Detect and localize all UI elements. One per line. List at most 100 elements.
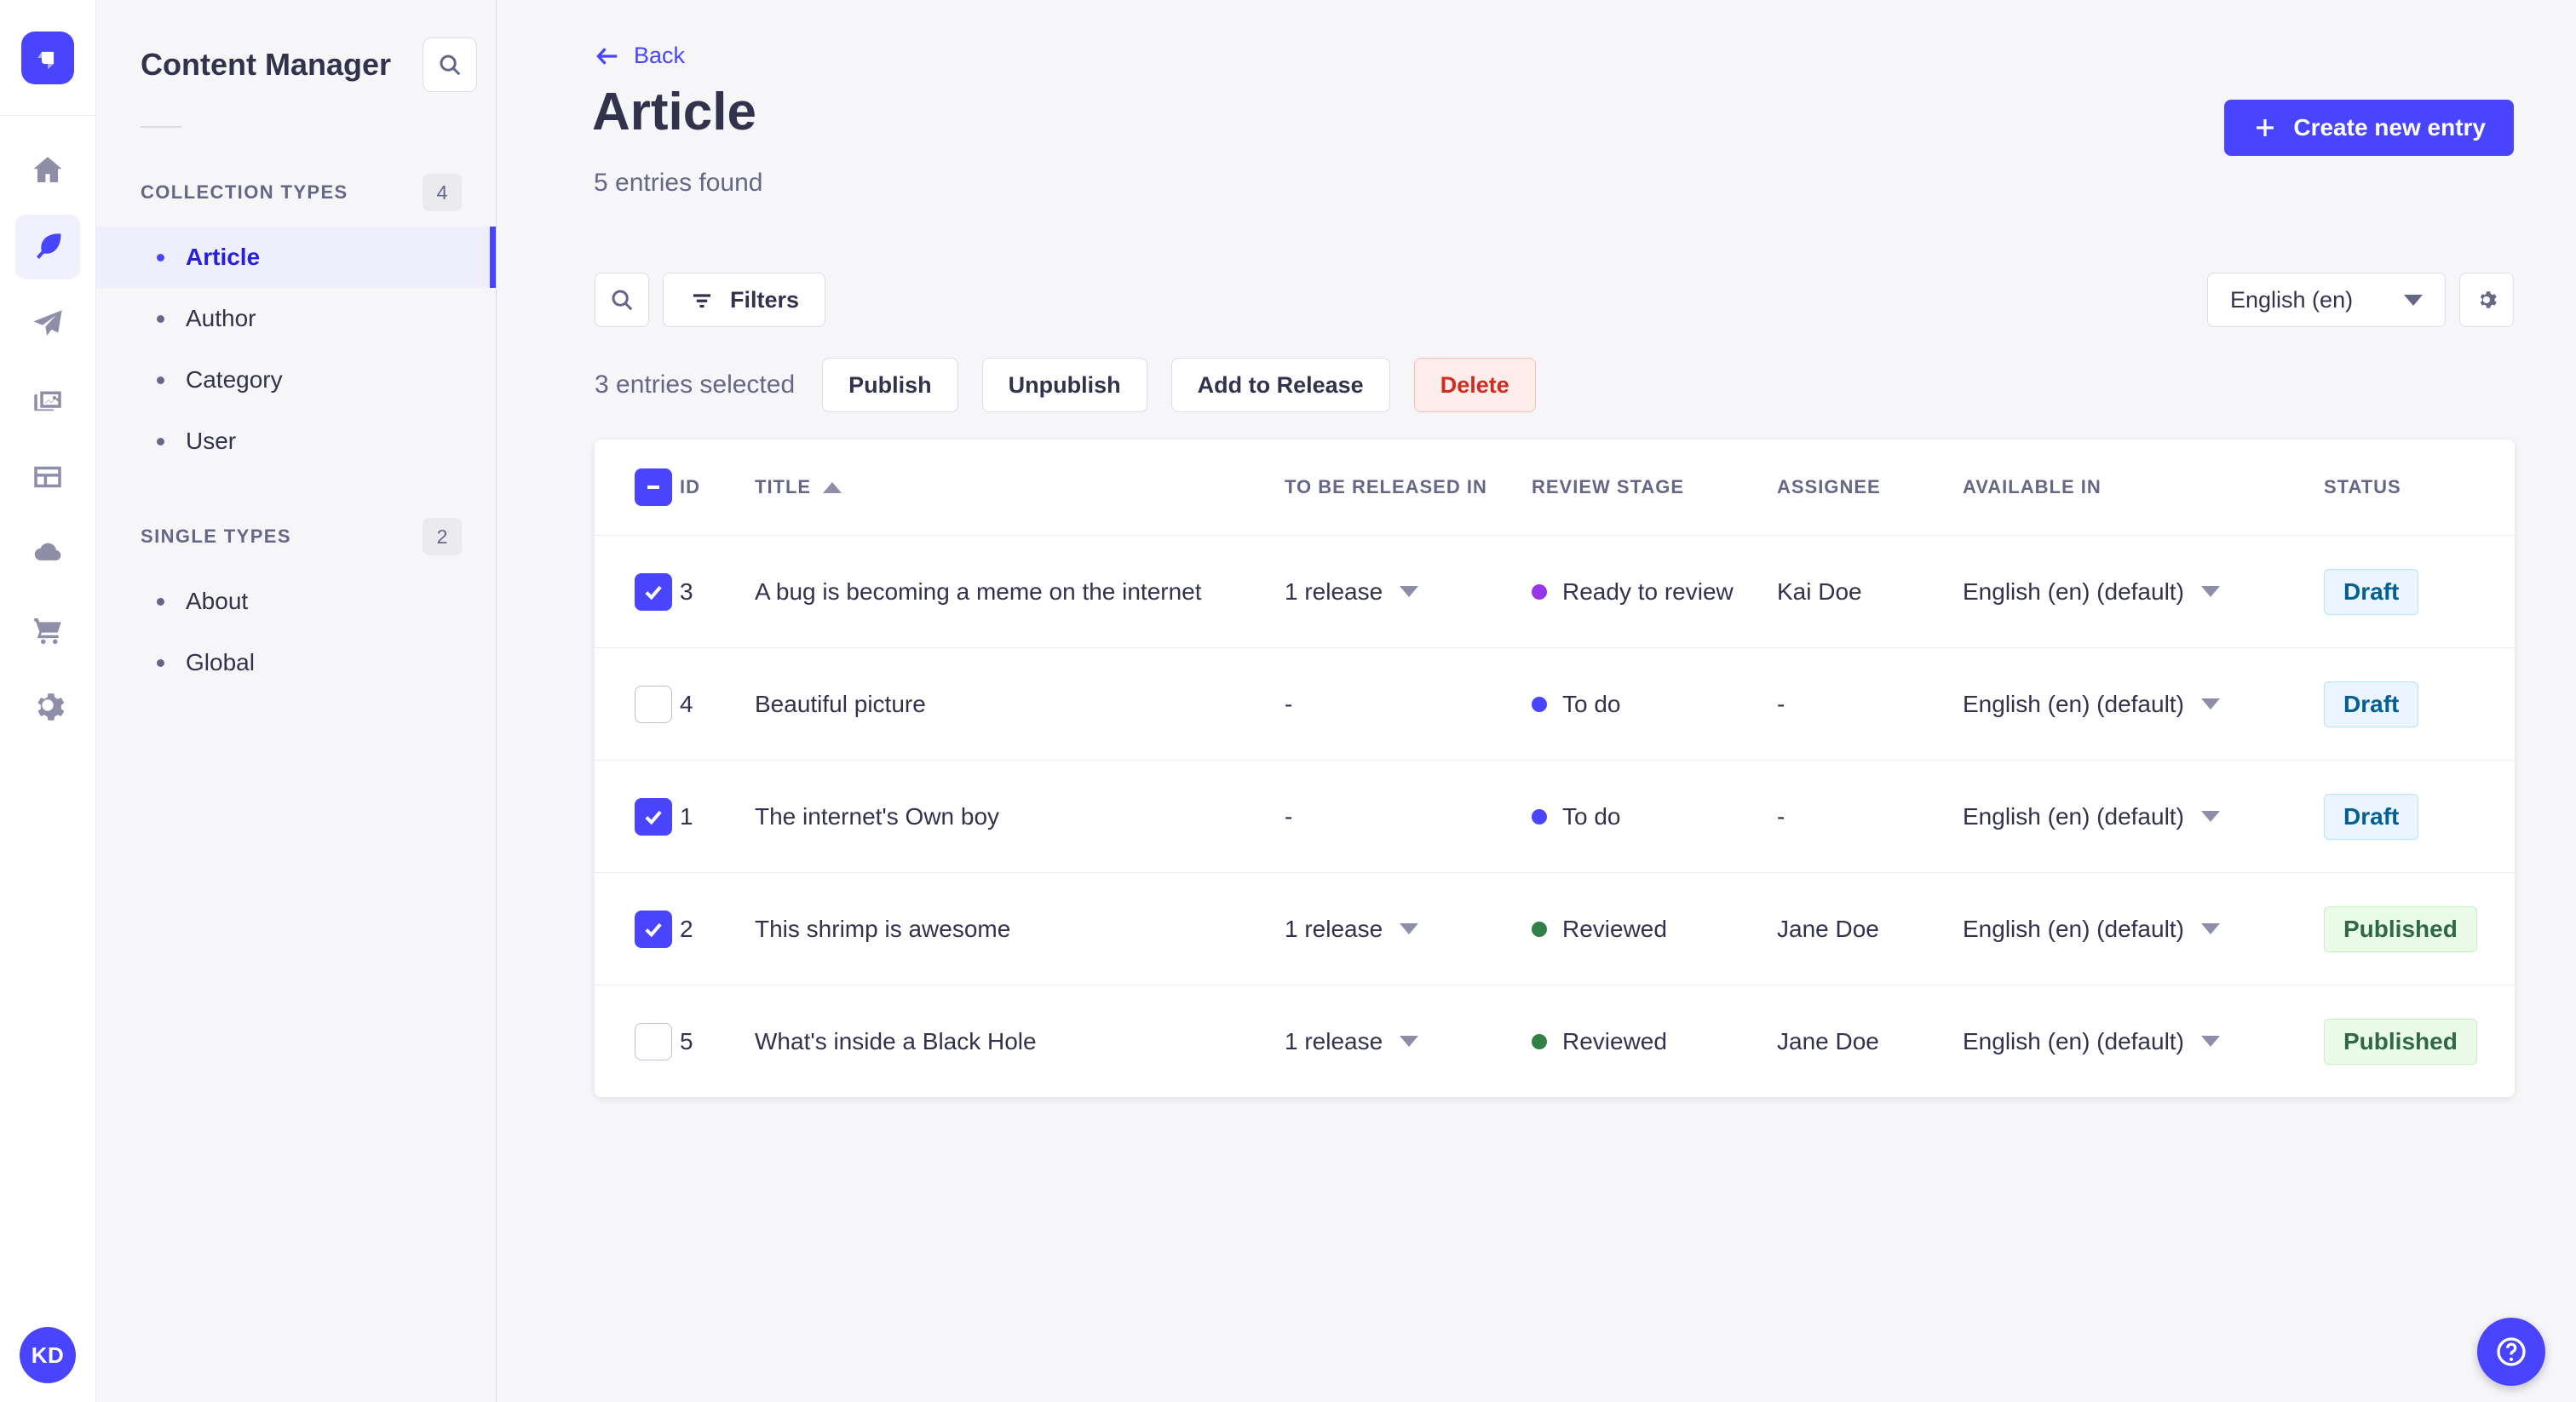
cell-title: The internet's Own boy [755,802,1000,830]
column-header-title[interactable]: TITLE [755,476,1285,498]
cell-release: 1 release [1285,1028,1532,1055]
release-value: 1 release [1285,577,1383,605]
row-checkbox[interactable] [635,797,672,836]
sort-ascending-icon[interactable] [823,481,842,493]
gear-icon [2480,291,2497,308]
filters-button[interactable]: Filters [663,273,826,327]
nav-settings-button[interactable] [15,675,80,739]
cell-id: 3 [680,577,693,605]
user-avatar[interactable]: KD [20,1327,76,1383]
subnav-title: Content Manager [141,47,392,82]
locales-dropdown-icon[interactable] [2200,586,2220,597]
table-row[interactable]: 5 What's inside a Black Hole 1 release Revi… [595,985,2515,1097]
column-header-id[interactable]: ID [680,476,755,498]
chevron-down-icon [2404,294,2423,306]
locales-dropdown-icon[interactable] [2200,1036,2220,1047]
release-dropdown-icon[interactable] [1400,1036,1419,1047]
available-in-value: English (en) (default) [1963,915,2184,942]
sidebar-item-about[interactable]: About [96,571,496,632]
sidebar-item-global[interactable]: Global [96,632,496,693]
help-icon [2497,1337,2526,1366]
sidebar-item-author[interactable]: Author [96,288,496,349]
search-entries-button[interactable] [595,273,649,327]
strapi-logo[interactable] [21,31,74,84]
selection-count-text: 3 entries selected [595,371,796,399]
media-icon [34,391,61,411]
stage-dot-icon [1532,921,1547,937]
nav-marketplace-button[interactable] [15,598,80,663]
cell-assignee: Kai Doe [1777,577,1862,605]
cell-select [595,685,680,723]
subnav-divider [141,126,181,128]
cell-select [595,910,680,948]
locale-select[interactable]: English (en) [2207,273,2446,327]
filter-icon [693,294,710,308]
release-value: - [1285,802,1293,830]
strapi-logo-glyph [37,51,55,69]
table-row[interactable]: 4 Beautiful picture - To do - English (en) (d… [595,647,2515,760]
available-in-value: English (en) (default) [1963,802,2184,830]
subnav-section-header: SINGLE TYPES 2 [96,518,496,555]
locales-dropdown-icon[interactable] [2200,698,2220,710]
sidebar-item-label: Article [186,244,261,270]
locales-dropdown-icon[interactable] [2200,811,2220,822]
subnav-search-button[interactable] [423,37,477,92]
cell-assignee: Jane Doe [1777,1027,1879,1054]
column-header-label: ID [680,476,700,497]
sidebar-item-article[interactable]: Article [96,227,496,288]
locales-dropdown-icon[interactable] [2200,923,2220,934]
column-header-assignee[interactable]: ASSIGNEE [1777,476,1963,498]
row-checkbox[interactable] [635,572,672,611]
nav-media-button[interactable] [15,368,80,433]
row-checkbox[interactable] [635,685,672,723]
unpublish-button[interactable]: Unpublish [981,358,1147,412]
nav-home-button[interactable] [15,138,80,203]
content-icon [37,233,61,259]
cell-select [595,572,680,611]
publish-button[interactable]: Publish [822,358,958,412]
sidebar-item-user[interactable]: User [96,411,496,472]
cell-release: - [1285,803,1532,830]
delete-button[interactable]: Delete [1413,358,1536,412]
bullet-icon [157,253,164,261]
nav-releases-button[interactable] [15,291,80,356]
stage-dot-icon [1532,583,1547,600]
back-link[interactable]: Back [595,43,685,69]
nav-content-type-builder-button[interactable] [15,445,80,509]
search-icon [612,290,633,311]
column-header-avail[interactable]: AVAILABLE IN [1963,476,2324,498]
select-all-checkbox[interactable] [635,468,672,506]
row-checkbox[interactable] [635,910,672,948]
row-checkbox[interactable] [635,1022,672,1060]
home-icon [33,157,62,182]
table-row[interactable]: 2 This shrimp is awesome 1 release Reviewed… [595,872,2515,985]
nav-content-button[interactable] [15,215,80,279]
cell-review-stage: To do [1532,803,1777,830]
sidebar-item-label: Category [186,366,283,393]
sidebar-item-category[interactable]: Category [96,349,496,411]
table-row[interactable]: 3 A bug is becoming a meme on the interne… [595,535,2515,647]
release-dropdown-icon[interactable] [1400,923,1419,934]
deploy-icon [34,543,61,560]
cell-available-in: English (en) (default) [1963,1028,2324,1055]
column-header-status[interactable]: STATUS [2324,476,2515,498]
cell-available-in: English (en) (default) [1963,803,2324,830]
cell-release: 1 release [1285,578,1532,606]
cell-status: Published [2324,1018,2515,1065]
content-manager-subnav: Content Manager COLLECTION TYPES 4 Article… [96,0,497,1402]
create-new-entry-button[interactable]: Create new entry [2224,100,2514,156]
column-header-release[interactable]: TO BE RELEASED IN [1285,476,1532,498]
nav-deploy-button[interactable] [15,521,80,586]
column-header-stage[interactable]: REVIEW STAGE [1532,476,1777,498]
table-row[interactable]: 1 The internet's Own boy - To do - English (e… [595,760,2515,872]
help-button[interactable] [2477,1318,2545,1386]
release-dropdown-icon[interactable] [1400,586,1419,597]
cell-select [595,1022,680,1060]
subnav-section-label: SINGLE TYPES [141,526,291,547]
create-new-entry-label: Create new entry [2293,114,2486,141]
stage-dot-icon [1532,696,1547,712]
add-to-release-button[interactable]: Add to Release [1170,358,1390,412]
cell-status: Draft [2324,568,2515,615]
column-header-label: AVAILABLE IN [1963,476,2102,497]
list-settings-button[interactable] [2459,273,2514,327]
